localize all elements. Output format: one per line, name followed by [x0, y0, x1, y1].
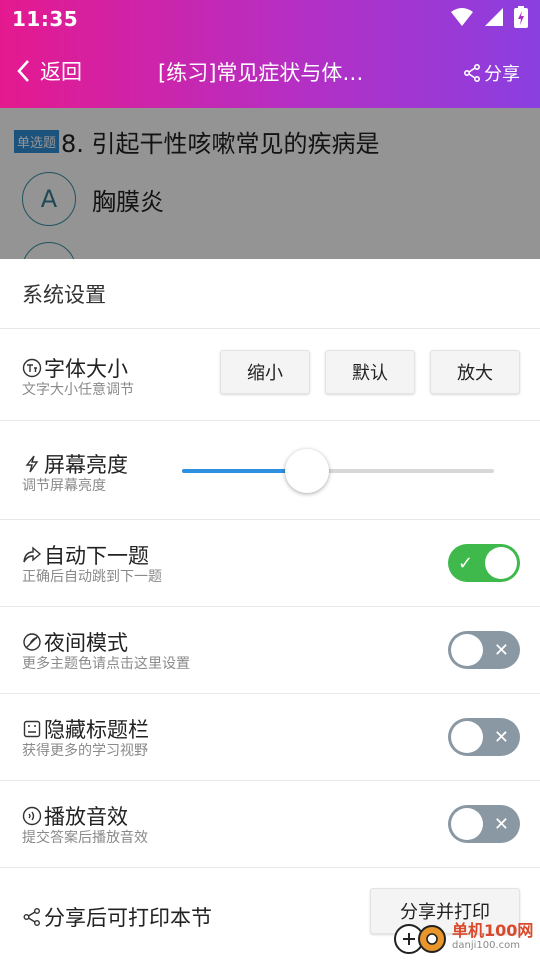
- sound-icon: [22, 806, 42, 826]
- font-smaller-button[interactable]: 缩小: [220, 350, 310, 394]
- status-icons: [450, 6, 528, 28]
- night-mode-sub: 更多主题色请点击这里设置: [22, 656, 190, 672]
- night-mode-row: 夜间模式 更多主题色请点击这里设置 ✕: [0, 607, 540, 694]
- sound-toggle[interactable]: ✕: [448, 805, 520, 843]
- night-mode-toggle[interactable]: ✕: [448, 631, 520, 669]
- hide-title-toggle[interactable]: ✕: [448, 718, 520, 756]
- dim-overlay[interactable]: [0, 108, 540, 260]
- print-title: 分享后可打印本节: [22, 902, 212, 932]
- brightness-sub: 调节屏幕亮度: [22, 478, 106, 494]
- font-size-sub: 文字大小任意调节: [22, 382, 134, 398]
- slider-thumb[interactable]: [284, 449, 329, 493]
- close-icon: ✕: [493, 726, 509, 748]
- close-icon: ✕: [493, 639, 509, 661]
- back-button[interactable]: 返回: [16, 56, 82, 86]
- check-icon: ✓: [458, 552, 474, 574]
- chevron-left-icon: [17, 60, 29, 82]
- back-label: 返回: [40, 60, 82, 84]
- forward-arrow-icon: [23, 546, 42, 563]
- share-icon: [463, 64, 480, 82]
- sheet-title: 系统设置: [0, 259, 540, 329]
- brightness-row: 屏幕亮度 调节屏幕亮度: [0, 421, 540, 520]
- watermark: 单机100网 danji100.com: [392, 918, 533, 956]
- font-default-button[interactable]: 默认: [325, 350, 415, 394]
- sound-row: 播放音效 提交答案后播放音效 ✕: [0, 781, 540, 868]
- signal-icon: [485, 8, 503, 26]
- navbar: 返回 [练习]常见症状与体… 分享: [0, 36, 540, 106]
- status-bar: 11:35: [0, 0, 540, 36]
- brightness-slider[interactable]: [182, 449, 494, 493]
- wifi-icon: [451, 8, 473, 26]
- share-icon: [23, 908, 40, 926]
- hide-title-icon: [23, 720, 41, 738]
- battery-charging-icon: [514, 6, 528, 28]
- app-header: 11:35 返回 [练习]常见症状与体… 分享: [0, 0, 540, 108]
- toggle-knob: [451, 634, 483, 666]
- font-larger-button[interactable]: 放大: [430, 350, 520, 394]
- status-time: 11:35: [12, 7, 79, 31]
- watermark-url: danji100.com: [452, 940, 520, 951]
- font-size-row: 字体大小 文字大小任意调节 缩小 默认 放大: [0, 329, 540, 421]
- auto-next-sub: 正确后自动跳到下一题: [22, 569, 162, 585]
- watermark-name: 单机100网: [452, 921, 534, 940]
- toggle-knob: [451, 721, 483, 753]
- lightning-icon: [25, 455, 39, 473]
- auto-next-toggle[interactable]: ✓: [448, 544, 520, 582]
- font-size-icon: [22, 358, 42, 378]
- sound-sub: 提交答案后播放音效: [22, 830, 148, 846]
- night-mode-icon: [23, 633, 41, 651]
- watermark-text: 单机100网 danji100.com: [452, 923, 533, 951]
- print-label: 分享后可打印本节: [44, 906, 212, 930]
- hide-title-row: 隐藏标题栏 获得更多的学习视野 ✕: [0, 694, 540, 781]
- watermark-logo-icon: [392, 918, 448, 956]
- close-icon: ✕: [493, 813, 509, 835]
- page-title: [练习]常见症状与体…: [158, 61, 364, 85]
- toggle-knob: [485, 547, 517, 579]
- share-button[interactable]: 分享: [463, 60, 520, 86]
- settings-sheet: 系统设置 字体大小 文字大小任意调节 缩小 默认 放大 屏幕亮度 调节屏幕亮度 …: [0, 259, 540, 960]
- hide-title-sub: 获得更多的学习视野: [22, 743, 148, 759]
- auto-next-row: 自动下一题 正确后自动跳到下一题 ✓: [0, 520, 540, 607]
- toggle-knob: [451, 808, 483, 840]
- share-label: 分享: [484, 64, 520, 85]
